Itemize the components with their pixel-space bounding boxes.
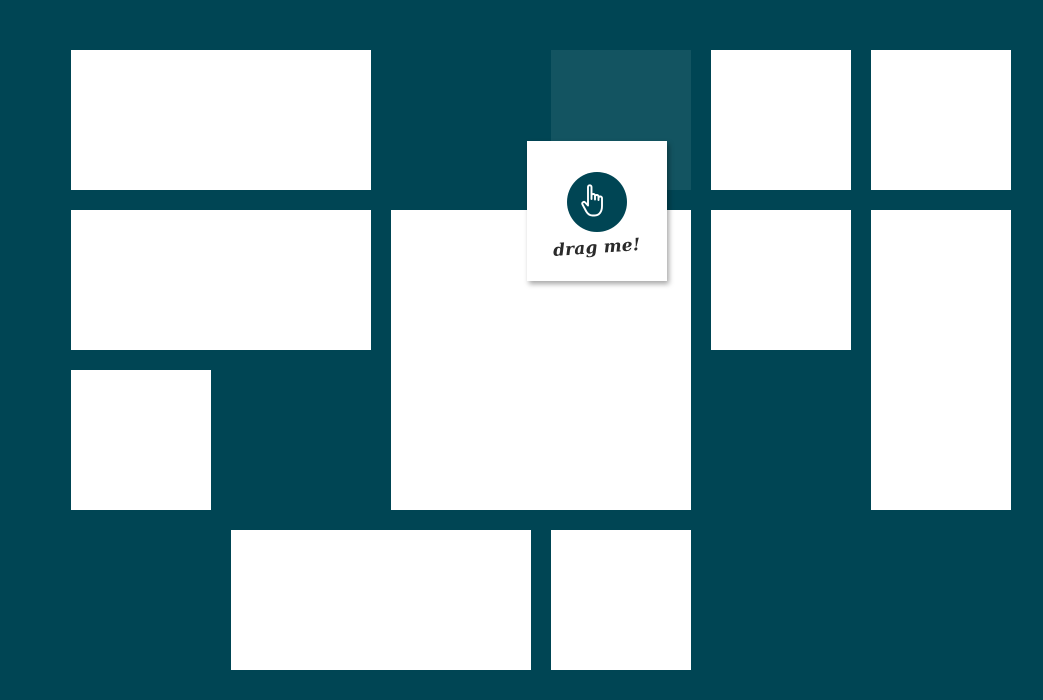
grid-tile-3[interactable] bbox=[71, 370, 211, 510]
grid-tile-4[interactable] bbox=[231, 530, 531, 670]
grid-tile-9[interactable] bbox=[711, 210, 851, 350]
pointing-hand-icon bbox=[567, 172, 627, 232]
grid-tile-2[interactable] bbox=[71, 210, 371, 350]
drag-me-label: drag me! bbox=[552, 234, 642, 262]
pointing-hand-icon-glyph bbox=[581, 184, 603, 217]
grid-tile-10[interactable] bbox=[871, 210, 1011, 510]
grid-tile-1[interactable] bbox=[71, 50, 371, 190]
grid-tile-7[interactable] bbox=[711, 50, 851, 190]
drag-me-tile[interactable]: drag me! bbox=[527, 141, 667, 281]
draggable-grid-board: drag me! bbox=[0, 0, 1043, 700]
grid-tile-8[interactable] bbox=[871, 50, 1011, 190]
grid-tile-6[interactable] bbox=[551, 530, 691, 670]
